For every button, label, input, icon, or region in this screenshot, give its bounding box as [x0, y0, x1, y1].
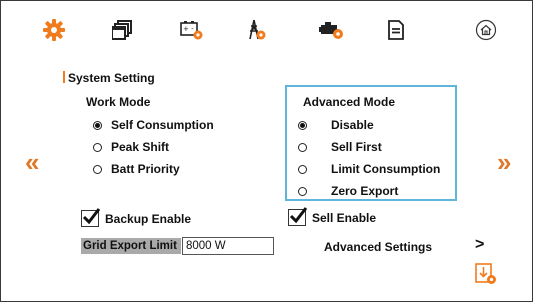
radio-dot: [298, 164, 307, 174]
radio-label: Self Consumption: [111, 118, 214, 132]
document-icon[interactable]: [381, 15, 411, 45]
radio-label: Peak Shift: [111, 140, 170, 154]
checkmark-icon: [82, 208, 101, 225]
section-title: System Setting: [63, 71, 155, 85]
checkbox-box: [81, 208, 101, 227]
checkbox-box: [288, 207, 308, 226]
stacked-windows-icon[interactable]: [107, 15, 137, 45]
radio-self-consumption[interactable]: Self Consumption: [93, 118, 214, 132]
gear-icon[interactable]: [39, 15, 69, 45]
prev-page-arrow[interactable]: «: [25, 149, 39, 175]
backup-enable-checkbox[interactable]: Backup Enable: [81, 208, 192, 227]
grid-export-limit-unit: W: [214, 240, 226, 252]
radio-label: Disable: [331, 118, 374, 132]
radio-sell-first[interactable]: Sell First: [298, 140, 382, 154]
advanced-mode-label: Advanced Mode: [303, 95, 396, 109]
radio-dot: [298, 142, 307, 152]
next-page-arrow[interactable]: »: [497, 149, 511, 175]
grid-export-limit-value: 8000: [186, 240, 212, 252]
radio-peak-shift[interactable]: Peak Shift: [93, 140, 169, 154]
section-title-text: System Setting: [68, 71, 155, 85]
work-mode-label: Work Mode: [86, 95, 151, 109]
radio-dot: [298, 186, 307, 196]
svg-text:+ -: + -: [183, 25, 194, 33]
radio-label: Batt Priority: [111, 162, 180, 176]
chevron-right-icon[interactable]: >: [475, 236, 484, 254]
system-setting-screen: + - System Setting Work Mode Self Consum…: [0, 0, 533, 302]
radio-label: Sell First: [331, 140, 382, 154]
checkmark-icon: [289, 207, 308, 224]
save-download-icon[interactable]: [475, 263, 497, 285]
radio-dot: [298, 120, 307, 130]
radio-batt-priority[interactable]: Batt Priority: [93, 162, 180, 176]
radio-limit-consumption[interactable]: Limit Consumption: [298, 162, 440, 176]
radio-dot: [93, 142, 102, 152]
checkbox-label: Sell Enable: [312, 210, 377, 225]
sell-enable-checkbox[interactable]: Sell Enable: [288, 207, 377, 226]
radio-dot: [93, 120, 102, 130]
radio-disable[interactable]: Disable: [298, 118, 374, 132]
checkbox-label: Backup Enable: [105, 211, 192, 226]
grid-tower-gear-icon[interactable]: [241, 15, 271, 45]
radio-dot: [93, 164, 102, 174]
grid-export-limit-input[interactable]: 8000 W: [182, 237, 274, 255]
section-accent-bar: [63, 71, 65, 83]
radio-label: Limit Consumption: [331, 162, 441, 176]
battery-gear-icon[interactable]: + -: [177, 15, 207, 45]
generator-gear-icon[interactable]: [317, 15, 347, 45]
radio-zero-export[interactable]: Zero Export: [298, 184, 398, 198]
radio-label: Zero Export: [331, 184, 399, 198]
home-icon[interactable]: [471, 15, 501, 45]
advanced-settings-link[interactable]: Advanced Settings: [324, 240, 432, 254]
grid-export-limit-label: Grid Export Limit: [81, 238, 181, 254]
